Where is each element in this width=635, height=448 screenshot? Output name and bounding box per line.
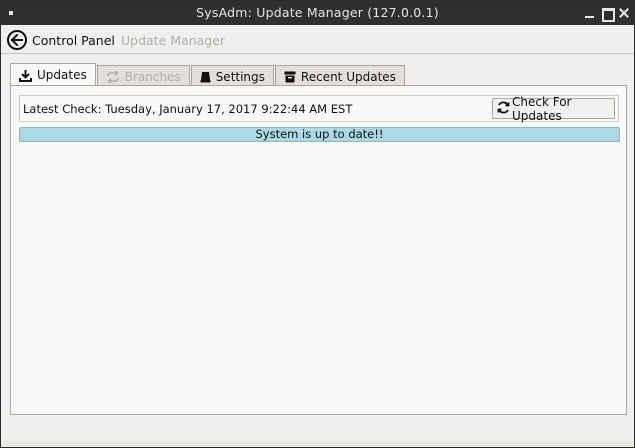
updates-panel: Latest Check: Tuesday, January 17, 2017 … xyxy=(10,85,627,415)
close-button[interactable] xyxy=(617,6,631,20)
back-to-control-panel-button[interactable]: Control Panel xyxy=(7,28,121,52)
window-title: SysAdm: Update Manager (127.0.0.1) xyxy=(196,5,439,20)
download-icon xyxy=(19,69,32,82)
tab-updates[interactable]: Updates xyxy=(10,63,96,86)
tab-settings-label: Settings xyxy=(215,69,265,84)
latest-check-row: Latest Check: Tuesday, January 17, 2017 … xyxy=(19,95,619,123)
tab-branches-label: Branches xyxy=(124,69,181,84)
tab-branches[interactable]: Branches xyxy=(96,65,190,87)
app-window: SysAdm: Update Manager (127.0.0.1) Contr… xyxy=(0,0,635,448)
back-label: Control Panel xyxy=(32,32,115,48)
refresh-icon xyxy=(497,101,512,117)
title-bar[interactable]: SysAdm: Update Manager (127.0.0.1) xyxy=(1,1,634,25)
tab-bar: Updates Branches Settings Recent Updates xyxy=(10,63,406,87)
check-for-updates-label: Check For Updates xyxy=(512,94,572,123)
check-for-updates-button[interactable]: Check For Updates xyxy=(492,95,615,123)
archive-box-icon xyxy=(284,71,296,83)
back-arrow-icon xyxy=(7,30,27,50)
maximize-button[interactable] xyxy=(600,6,615,22)
tab-updates-label: Updates xyxy=(37,68,87,82)
latest-check-text: Latest Check: Tuesday, January 17, 2017 … xyxy=(23,102,353,116)
bottom-strip xyxy=(1,441,634,447)
tab-settings[interactable]: Settings xyxy=(190,65,274,87)
minimize-button[interactable] xyxy=(583,6,597,20)
drive-icon xyxy=(200,71,211,83)
tab-recent-updates[interactable]: Recent Updates xyxy=(274,65,405,87)
status-bar: System is up to date!! xyxy=(19,127,620,142)
tab-recent-updates-label: Recent Updates xyxy=(300,69,396,84)
navigation-bar: Control Panel Update Manager xyxy=(1,26,634,54)
breadcrumb: Update Manager xyxy=(121,33,226,48)
refresh-arrows-icon xyxy=(106,70,120,83)
